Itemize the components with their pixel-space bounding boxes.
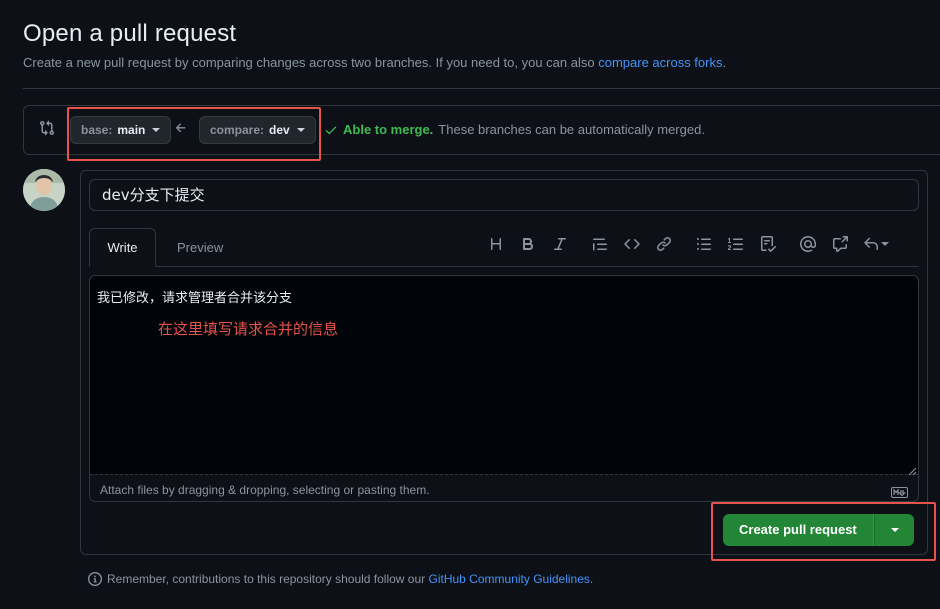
bulleted-list-icon[interactable] — [694, 234, 714, 254]
resize-handle-icon[interactable] — [908, 463, 917, 476]
subtitle-text: Create a new pull request by comparing c… — [23, 55, 599, 70]
tab-preview[interactable]: Preview — [177, 240, 223, 255]
task-list-icon[interactable] — [758, 234, 778, 254]
page-title: Open a pull request — [23, 20, 237, 47]
italic-icon[interactable] — [550, 234, 570, 254]
highlight-box-branches — [67, 107, 321, 161]
saved-reply-icon[interactable] — [862, 234, 890, 254]
guidelines-text: Remember, contributions to this reposito… — [107, 572, 429, 586]
compare-across-forks-link[interactable]: compare across forks — [598, 55, 722, 70]
avatar[interactable] — [23, 169, 65, 211]
cross-reference-icon[interactable] — [830, 234, 850, 254]
tab-write[interactable]: Write — [89, 228, 156, 267]
link-icon[interactable] — [654, 234, 674, 254]
mention-icon[interactable] — [798, 234, 818, 254]
divider — [23, 88, 940, 89]
merge-status-text: These branches can be automatically merg… — [438, 122, 705, 137]
check-icon — [325, 126, 337, 134]
git-compare-icon — [39, 120, 57, 138]
guidelines-note: Remember, contributions to this reposito… — [88, 572, 593, 586]
heading-icon[interactable] — [486, 234, 506, 254]
numbered-list-icon[interactable] — [726, 234, 746, 254]
attach-divider — [90, 474, 918, 475]
info-icon — [88, 572, 102, 586]
highlight-box-create — [711, 502, 936, 561]
tab-divider — [89, 266, 919, 267]
pr-title-input[interactable]: dev分支下提交 — [89, 179, 919, 211]
attach-files-text[interactable]: Attach files by dragging & dropping, sel… — [100, 483, 430, 497]
subtitle-end: . — [722, 55, 727, 70]
merge-status: Able to merge. These branches can be aut… — [324, 122, 705, 137]
markdown-icon — [891, 485, 908, 498]
markdown-toolbar — [486, 234, 902, 254]
community-guidelines-link[interactable]: GitHub Community Guidelines — [429, 572, 590, 586]
merge-ok-text: Able to merge. — [343, 122, 434, 137]
comment-body-text: 我已修改，请求管理者合并该分支 — [97, 291, 293, 306]
annotation-text: 在这里填写请求合并的信息 — [158, 320, 339, 338]
code-icon[interactable] — [622, 234, 642, 254]
bold-icon[interactable] — [518, 234, 538, 254]
quote-icon[interactable] — [590, 234, 610, 254]
guidelines-end: . — [589, 572, 594, 586]
page-subtitle: Create a new pull request by comparing c… — [23, 55, 726, 70]
